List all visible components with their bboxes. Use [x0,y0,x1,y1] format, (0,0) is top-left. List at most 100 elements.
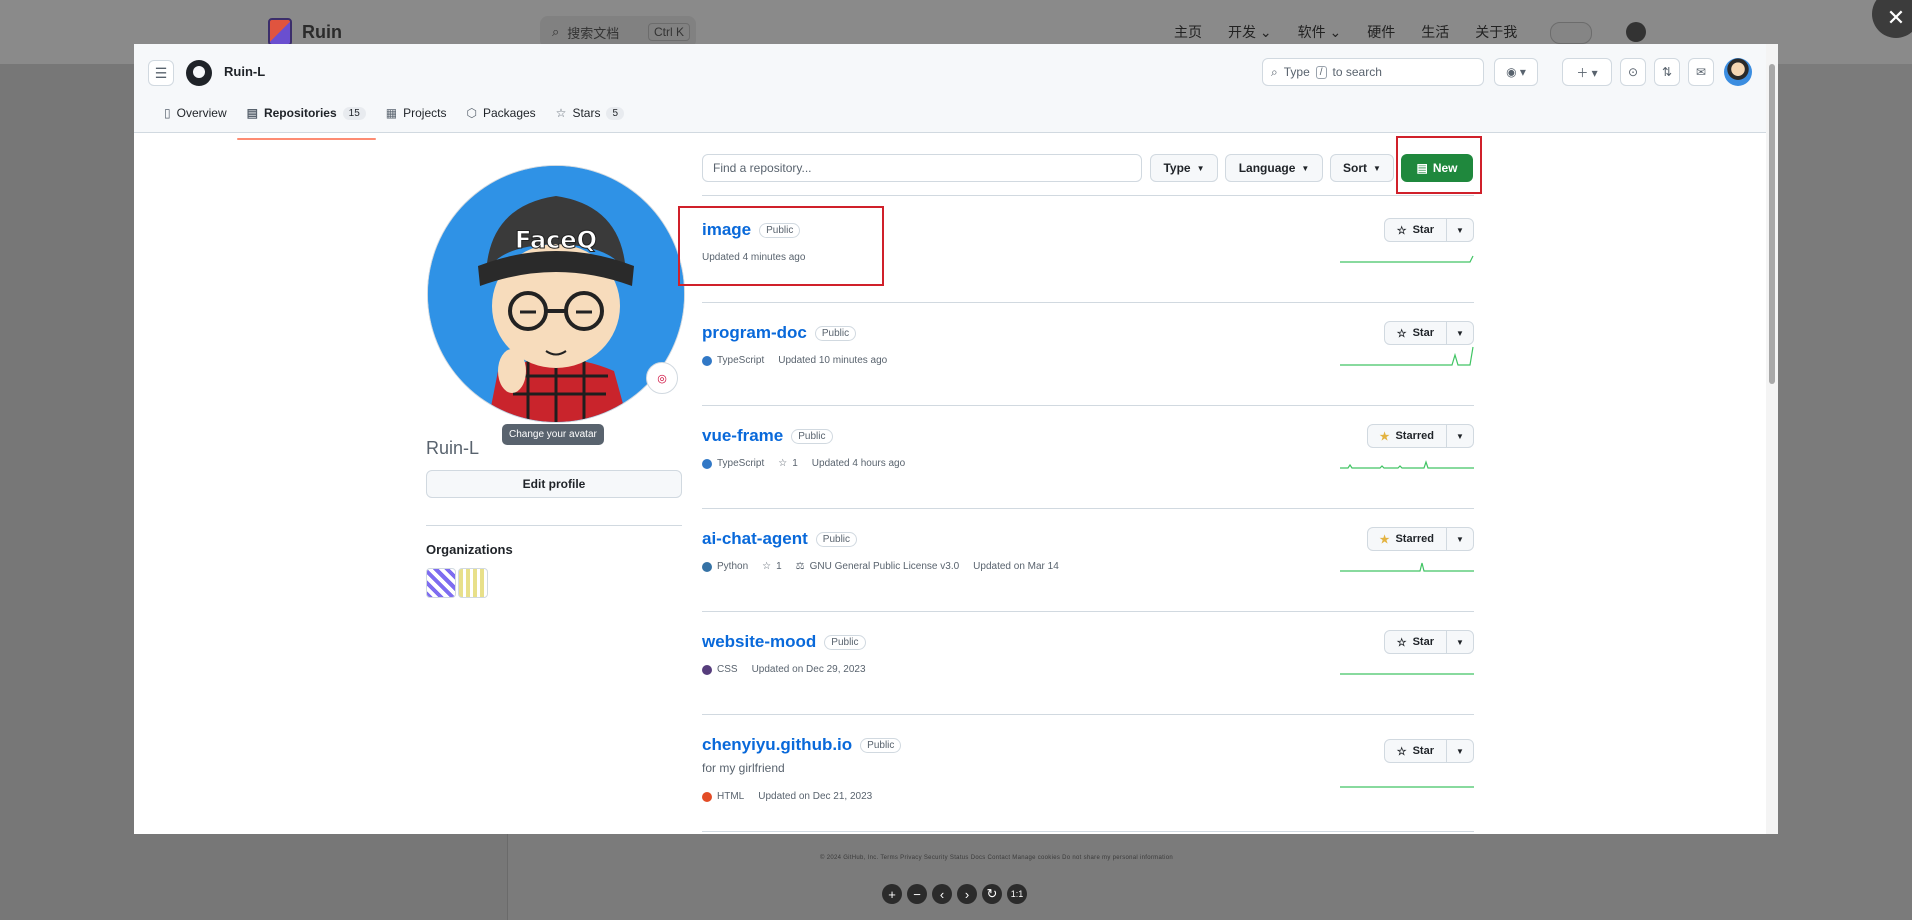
repo-count-badge: 15 [342,106,366,120]
language-name: CSS [717,664,738,675]
inbox-button[interactable]: ✉ [1688,58,1714,86]
repo-description: for my girlfriend [702,761,785,775]
status-emoji-button[interactable]: ◎ [646,362,678,394]
scrollbar-thumb[interactable] [1769,64,1775,384]
menu-icon[interactable]: ☰ [148,60,174,86]
repo-language: CSS [702,664,738,675]
github-logo-icon[interactable] [186,60,212,86]
star-button-group: ☆ Star ▼ [1383,739,1474,763]
stargazers-link[interactable]: ☆ 1 [778,458,798,469]
next-image-button[interactable]: › [957,884,977,904]
repo-name-link[interactable]: program-doc [702,323,807,343]
starred-button[interactable]: ★ Starred [1368,425,1447,447]
visibility-badge: Public [814,325,857,341]
copilot-button[interactable]: ◉ ▾ [1494,58,1538,86]
scrollbar[interactable] [1766,44,1778,834]
issues-button[interactable]: ⊙ [1620,58,1646,86]
repo-title: program-doc Public [702,323,857,343]
type-filter-label: Type [1163,161,1191,175]
highlight-box-image-repo [678,206,884,286]
star-filled-icon: ★ [1379,533,1390,546]
stars-count-badge: 5 [606,106,625,120]
language-filter-label: Language [1238,161,1296,175]
repo-meta: TypeScript ☆ 1 Updated 4 hours ago [702,458,905,469]
star-button[interactable]: ☆ Star [1385,219,1447,241]
tab-label: Repositories [263,106,337,120]
repo-name-link[interactable]: ai-chat-agent [702,529,808,549]
stargazers-link[interactable]: ☆ 1 [762,561,782,572]
header-search[interactable]: ⌕ Type / to search [1262,58,1484,86]
repo-name-link[interactable]: website-mood [702,632,816,652]
nav-item-about[interactable]: 关于我 [1475,22,1517,42]
divider [702,195,1474,196]
stargazer-count: 1 [792,458,798,469]
avatar-illustration: FaceQ [428,166,684,422]
nav-item-software[interactable]: 软件 ⌄ [1298,22,1342,42]
star-label: Star [1412,636,1434,648]
copilot-icon: ◉ ▾ [1506,65,1526,79]
pull-requests-button[interactable]: ⇅ [1654,58,1680,86]
organization-avatar[interactable] [426,568,456,598]
repo-title: website-mood Public [702,632,866,652]
edit-profile-button[interactable]: Edit profile [426,470,682,498]
organization-avatar[interactable] [458,568,488,598]
star-list-dropdown[interactable]: ▼ [1447,631,1473,653]
sort-button[interactable]: Sort ▼ [1330,154,1394,182]
avatar-tooltip: Change your avatar [502,424,604,445]
background-search-placeholder: 搜索文档 [567,25,620,41]
tab-overview[interactable]: ▯ Overview [154,102,237,132]
language-name: Python [717,561,749,572]
divider [702,508,1474,509]
star-list-dropdown[interactable]: ▼ [1447,219,1473,241]
divider [702,611,1474,612]
tab-projects[interactable]: ▦ Projects [376,102,457,132]
star-label: Starred [1395,533,1434,545]
zoom-in-button[interactable]: + [882,884,902,904]
preview-image: ☰ Ruin-L ⌕ Type / to search ◉ ▾ ＋ ▾ ⊙ ⇅ … [134,44,1778,834]
star-button-group: ☆ Star ▼ [1383,630,1474,654]
star-icon: ☆ [1396,224,1407,237]
user-avatar[interactable] [1724,58,1752,86]
nav-item-hardware[interactable]: 硬件 [1367,22,1395,42]
repo-name-link[interactable]: chenyiyu.github.io [702,735,852,755]
star-list-dropdown[interactable]: ▼ [1447,322,1473,344]
repo-name-link[interactable]: vue-frame [702,426,783,446]
profile-avatar[interactable]: FaceQ [428,166,684,422]
star-list-dropdown[interactable]: ▼ [1447,425,1473,447]
divider [702,714,1474,715]
actual-size-button[interactable]: 1:1 [1007,884,1027,904]
prev-image-button[interactable]: ‹ [932,884,952,904]
visibility-badge: Public [791,428,833,444]
github-header: ☰ Ruin-L ⌕ Type / to search ◉ ▾ ＋ ▾ ⊙ ⇅ … [134,44,1766,140]
theme-toggle[interactable] [1550,22,1592,44]
star-button-group: ★ Starred ▼ [1366,527,1474,551]
star-list-dropdown[interactable]: ▼ [1447,740,1473,762]
zoom-out-button[interactable]: − [907,884,927,904]
star-button[interactable]: ☆ Star [1385,740,1447,762]
tab-repositories[interactable]: ▤ Repositories 15 [236,102,376,140]
github-link-icon[interactable] [1626,22,1646,42]
repo-language: TypeScript [702,355,764,366]
repo-meta: Python ☆ 1 ⚖ GNU General Public License v3… [702,561,1059,572]
updated-time: Updated 10 minutes ago [778,355,888,366]
starred-button[interactable]: ★ Starred [1368,528,1447,550]
tab-stars[interactable]: ☆ Stars 5 [546,102,634,132]
find-repository-input[interactable]: Find a repository... [702,154,1142,182]
language-filter-button[interactable]: Language ▼ [1225,154,1323,182]
tab-packages[interactable]: ⬡ Packages [456,102,545,132]
background-site-logo[interactable]: Ruin [268,18,342,46]
star-list-dropdown[interactable]: ▼ [1447,528,1473,550]
star-button[interactable]: ☆ Star [1385,631,1447,653]
activity-sparkline [1340,673,1474,675]
book-icon: ▯ [164,106,171,120]
rotate-button[interactable]: ↻ [982,884,1002,904]
header-username[interactable]: Ruin-L [224,64,265,79]
create-new-button[interactable]: ＋ ▾ [1562,58,1612,86]
type-filter-button[interactable]: Type ▼ [1150,154,1218,182]
nav-item-life[interactable]: 生活 [1421,22,1449,42]
nav-item-home[interactable]: 主页 [1174,22,1202,42]
search-shortcut: Ctrl K [648,23,690,41]
star-button[interactable]: ☆ Star [1385,322,1447,344]
language-color-dot [702,791,712,802]
nav-item-dev[interactable]: 开发 ⌄ [1228,22,1272,42]
